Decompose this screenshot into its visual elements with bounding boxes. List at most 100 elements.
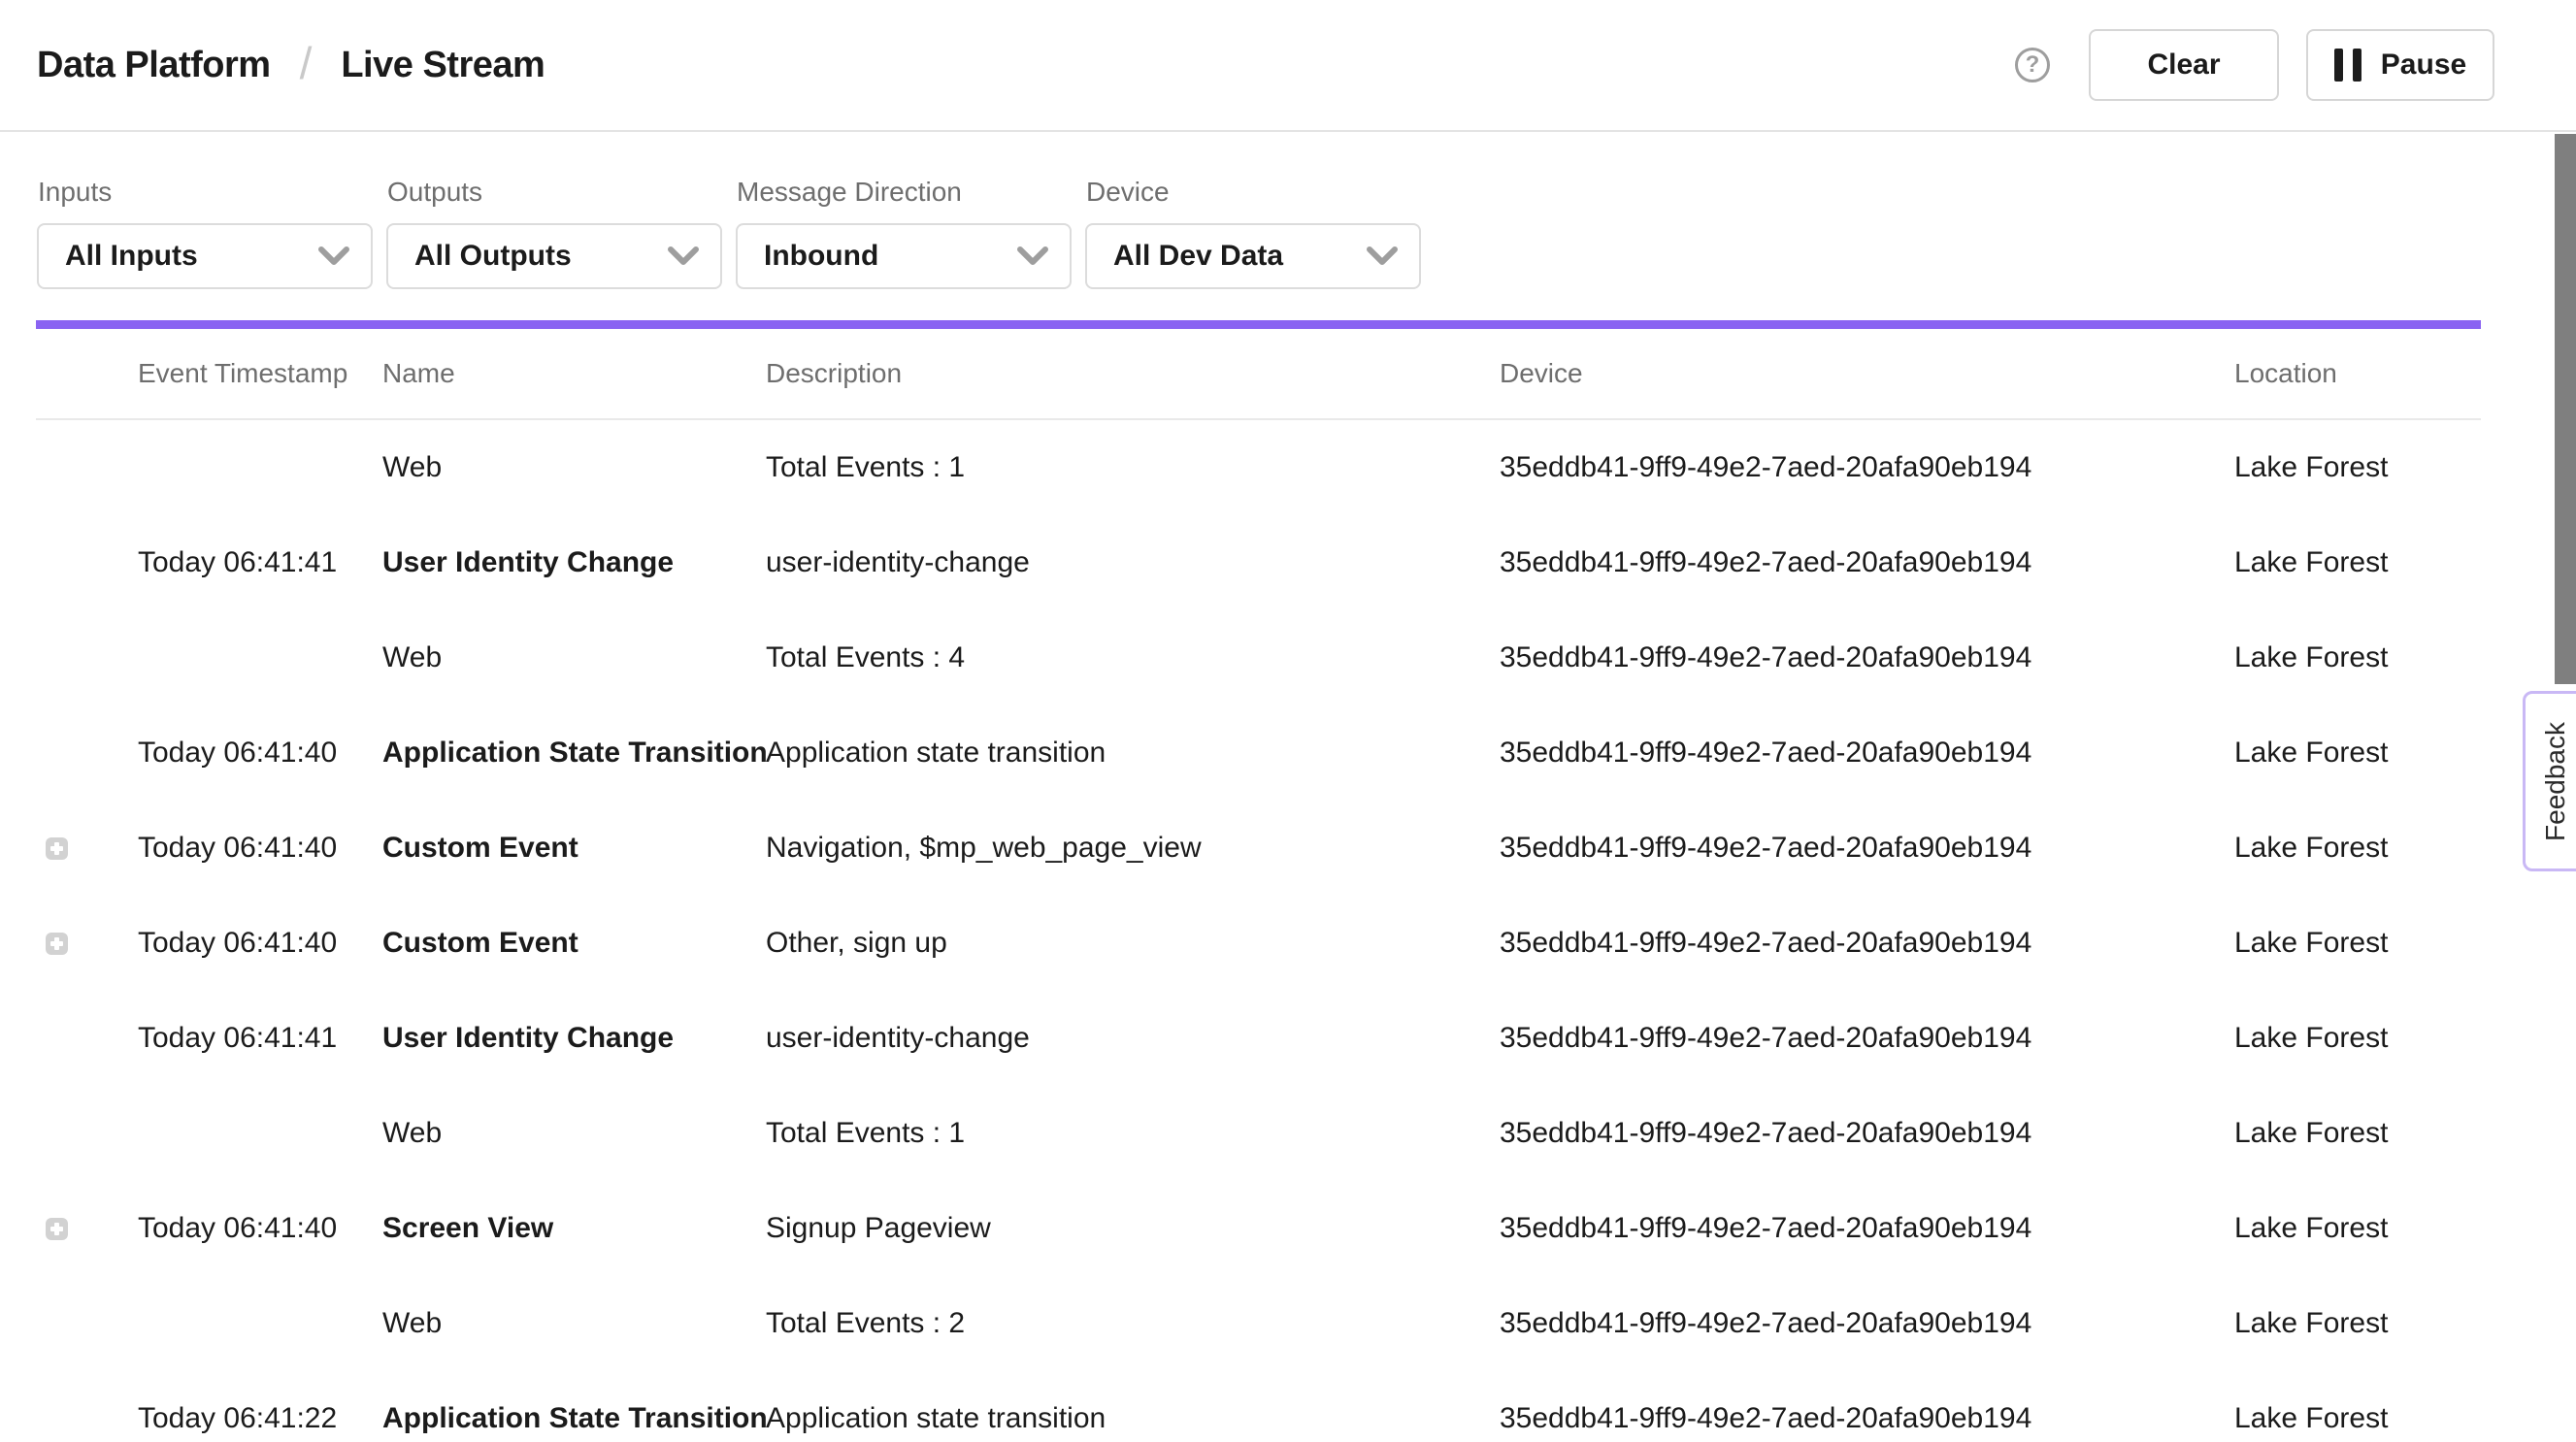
- help-icon[interactable]: ?: [2015, 48, 2050, 82]
- filter-bar: Inputs All Inputs Outputs All Outputs Me…: [37, 132, 1421, 289]
- event-description: Application state transition: [766, 737, 1500, 770]
- column-header-event-timestamp: Event Timestamp: [138, 358, 382, 389]
- expand-cell: [36, 1123, 138, 1145]
- table-row[interactable]: Today 06:41:41 User Identity Change user…: [36, 991, 2481, 1086]
- message-direction-dropdown[interactable]: Inbound: [736, 223, 1072, 289]
- table-row[interactable]: Today 06:41:40 Screen View Signup Pagevi…: [36, 1181, 2481, 1276]
- event-location: Lake Forest: [2234, 1117, 2481, 1150]
- filter-outputs-label: Outputs: [387, 177, 722, 208]
- event-location: Lake Forest: [2234, 832, 2481, 865]
- event-timestamp: Today 06:41:22: [138, 1402, 382, 1435]
- inputs-dropdown[interactable]: All Inputs: [37, 223, 373, 289]
- table-row[interactable]: Today 06:41:40 Custom Event Navigation, …: [36, 801, 2481, 896]
- event-name: User Identity Change: [382, 1022, 766, 1055]
- device-dropdown-value: All Dev Data: [1113, 240, 1283, 273]
- chevron-down-icon: [318, 246, 349, 266]
- event-description: Signup Pageview: [766, 1212, 1500, 1245]
- table-row[interactable]: Today 06:41:40 Application State Transit…: [36, 705, 2481, 801]
- table-header-row: Event Timestamp Name Description Device …: [36, 329, 2481, 420]
- table-row[interactable]: Today 06:41:41 User Identity Change user…: [36, 515, 2481, 610]
- breadcrumb-section[interactable]: Data Platform: [37, 45, 271, 86]
- expand-cell: [36, 933, 138, 955]
- feedback-tab[interactable]: Feedback: [2523, 691, 2576, 871]
- event-description: Total Events : 1: [766, 1117, 1500, 1150]
- filter-device-label: Device: [1086, 177, 1421, 208]
- filter-inputs-label: Inputs: [38, 177, 373, 208]
- breadcrumb: Data Platform / Live Stream: [37, 39, 545, 91]
- filter-outputs: Outputs All Outputs: [386, 132, 722, 289]
- event-name: Web: [382, 641, 766, 674]
- event-device-id: 35eddb41-9ff9-49e2-7aed-20afa90eb194: [1500, 1402, 2234, 1435]
- chevron-down-icon: [1017, 246, 1048, 266]
- table-row[interactable]: Web Total Events : 4 35eddb41-9ff9-49e2-…: [36, 610, 2481, 705]
- event-device-id: 35eddb41-9ff9-49e2-7aed-20afa90eb194: [1500, 1212, 2234, 1245]
- event-timestamp: Today 06:41:40: [138, 927, 382, 960]
- event-location: Lake Forest: [2234, 641, 2481, 674]
- plus-icon[interactable]: [46, 1218, 68, 1240]
- expand-cell: [36, 742, 138, 765]
- expand-cell: [36, 552, 138, 574]
- filter-inputs: Inputs All Inputs: [37, 132, 373, 289]
- event-name: Web: [382, 1307, 766, 1340]
- event-location: Lake Forest: [2234, 737, 2481, 770]
- table-row[interactable]: Web Total Events : 1 35eddb41-9ff9-49e2-…: [36, 420, 2481, 515]
- event-name: Application State Transition: [382, 1402, 766, 1435]
- event-description: Total Events : 2: [766, 1307, 1500, 1340]
- event-name: Custom Event: [382, 927, 766, 960]
- table-row[interactable]: Today 06:41:22 Application State Transit…: [36, 1371, 2481, 1442]
- table-row[interactable]: Web Total Events : 2 35eddb41-9ff9-49e2-…: [36, 1276, 2481, 1371]
- event-timestamp: Today 06:41:41: [138, 546, 382, 579]
- event-location: Lake Forest: [2234, 1022, 2481, 1055]
- device-dropdown[interactable]: All Dev Data: [1085, 223, 1421, 289]
- event-device-id: 35eddb41-9ff9-49e2-7aed-20afa90eb194: [1500, 1022, 2234, 1055]
- plus-icon[interactable]: [46, 837, 68, 860]
- event-description: Total Events : 1: [766, 451, 1500, 484]
- event-description: Other, sign up: [766, 927, 1500, 960]
- breadcrumb-separator: /: [300, 37, 313, 89]
- event-location: Lake Forest: [2234, 451, 2481, 484]
- event-timestamp: Today 06:41:40: [138, 737, 382, 770]
- chevron-down-icon: [1367, 246, 1398, 266]
- filter-device: Device All Dev Data: [1085, 132, 1421, 289]
- event-name: Custom Event: [382, 832, 766, 865]
- event-name: User Identity Change: [382, 546, 766, 579]
- event-description: Navigation, $mp_web_page_view: [766, 832, 1500, 865]
- event-device-id: 35eddb41-9ff9-49e2-7aed-20afa90eb194: [1500, 1307, 2234, 1340]
- expand-cell: [36, 457, 138, 479]
- event-name: Web: [382, 1117, 766, 1150]
- event-location: Lake Forest: [2234, 1212, 2481, 1245]
- event-table-body: Web Total Events : 1 35eddb41-9ff9-49e2-…: [36, 420, 2481, 1442]
- table-row[interactable]: Web Total Events : 1 35eddb41-9ff9-49e2-…: [36, 1086, 2481, 1181]
- live-stream-page: Data Platform / Live Stream ? Clear Paus…: [0, 0, 2576, 1442]
- inputs-dropdown-value: All Inputs: [65, 240, 198, 273]
- event-name: Application State Transition: [382, 737, 766, 770]
- message-direction-dropdown-value: Inbound: [764, 240, 878, 273]
- event-device-id: 35eddb41-9ff9-49e2-7aed-20afa90eb194: [1500, 737, 2234, 770]
- event-device-id: 35eddb41-9ff9-49e2-7aed-20afa90eb194: [1500, 1117, 2234, 1150]
- pause-icon: [2334, 49, 2361, 82]
- event-device-id: 35eddb41-9ff9-49e2-7aed-20afa90eb194: [1500, 451, 2234, 484]
- vertical-scrollbar[interactable]: [2555, 134, 2576, 684]
- expand-cell: [36, 1313, 138, 1335]
- event-location: Lake Forest: [2234, 1307, 2481, 1340]
- event-timestamp: Today 06:41:40: [138, 1212, 382, 1245]
- event-device-id: 35eddb41-9ff9-49e2-7aed-20afa90eb194: [1500, 927, 2234, 960]
- expand-cell: [36, 647, 138, 670]
- outputs-dropdown[interactable]: All Outputs: [386, 223, 722, 289]
- event-timestamp: Today 06:41:41: [138, 1022, 382, 1055]
- stream-accent-bar: [36, 320, 2481, 329]
- expand-cell: [36, 1408, 138, 1430]
- top-bar: Data Platform / Live Stream ? Clear Paus…: [0, 0, 2576, 132]
- plus-icon[interactable]: [46, 933, 68, 955]
- event-location: Lake Forest: [2234, 1402, 2481, 1435]
- expand-cell: [36, 1218, 138, 1240]
- column-header-description: Description: [766, 358, 1500, 389]
- pause-button[interactable]: Pause: [2306, 29, 2494, 101]
- table-row[interactable]: Today 06:41:40 Custom Event Other, sign …: [36, 896, 2481, 991]
- clear-button[interactable]: Clear: [2089, 29, 2279, 101]
- event-description: user-identity-change: [766, 546, 1500, 579]
- event-location: Lake Forest: [2234, 927, 2481, 960]
- event-stream: Event Timestamp Name Description Device …: [36, 320, 2481, 1442]
- filter-message-direction: Message Direction Inbound: [736, 132, 1072, 289]
- event-device-id: 35eddb41-9ff9-49e2-7aed-20afa90eb194: [1500, 641, 2234, 674]
